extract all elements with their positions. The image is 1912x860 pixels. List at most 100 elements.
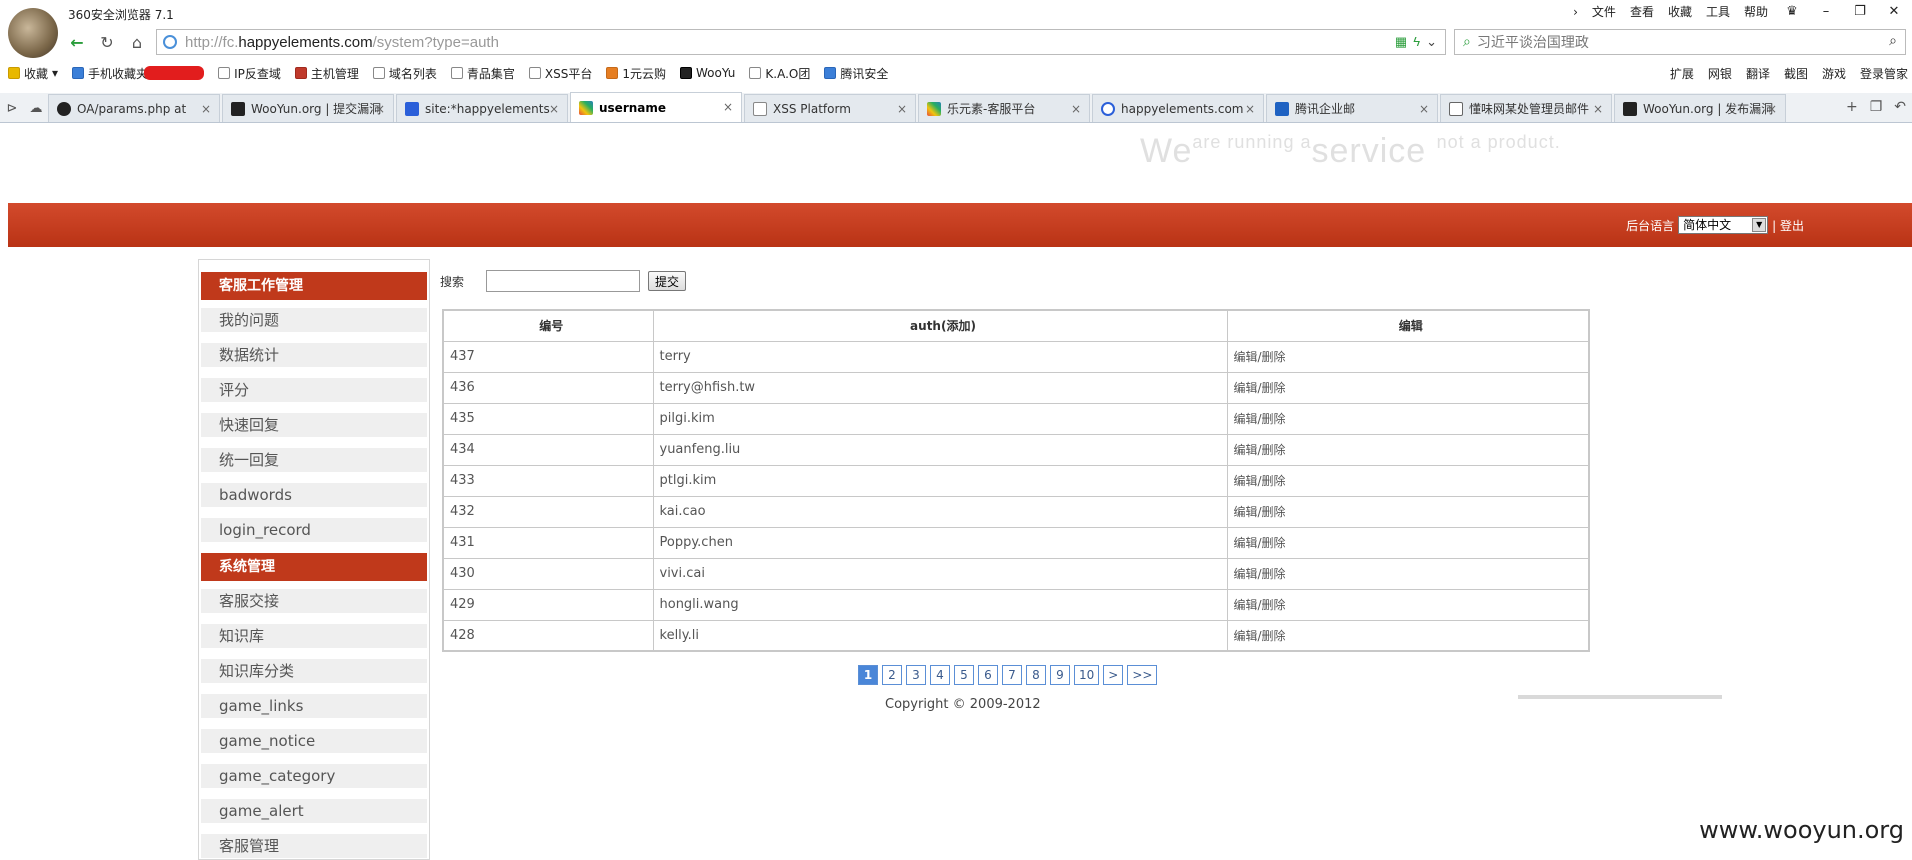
sidebar-item-agent-management[interactable]: 客服管理 bbox=[201, 834, 427, 858]
search-engine-input[interactable]: ⌕ 习近平谈治国理政 ⌕ bbox=[1454, 29, 1906, 55]
close-tab-icon[interactable]: × bbox=[1419, 102, 1429, 116]
next-page-button[interactable]: > bbox=[1103, 665, 1124, 685]
cloud-icon[interactable]: ☁ bbox=[24, 94, 48, 122]
url-input[interactable]: http://fc. happyelements.com/system?type=… bbox=[156, 29, 1446, 55]
column-id[interactable]: 编号 bbox=[442, 309, 654, 342]
bookmark-xss[interactable]: XSS平台 bbox=[528, 65, 592, 82]
edit-delete-link[interactable]: 编辑/删除 bbox=[1226, 464, 1590, 497]
tab-username[interactable]: username × bbox=[570, 92, 742, 122]
sidebar-item-handover[interactable]: 客服交接 bbox=[201, 589, 427, 613]
sidebar-item-game-category[interactable]: game_category bbox=[201, 764, 427, 788]
lightning-icon[interactable]: ϟ bbox=[1413, 34, 1420, 50]
page-7[interactable]: 7 bbox=[1002, 665, 1022, 685]
page-10[interactable]: 10 bbox=[1074, 665, 1100, 685]
ebank-button[interactable]: 网银 bbox=[1708, 65, 1732, 82]
sidebar-item-login-record[interactable]: login_record bbox=[201, 518, 427, 542]
edit-delete-link[interactable]: 编辑/删除 bbox=[1226, 619, 1590, 652]
edit-delete-link[interactable]: 编辑/删除 bbox=[1226, 340, 1590, 373]
bookmark-qingpin[interactable]: 青品集官 bbox=[450, 65, 515, 82]
close-tab-icon[interactable]: × bbox=[375, 102, 385, 116]
close-tab-icon[interactable]: × bbox=[549, 102, 559, 116]
page-6[interactable]: 6 bbox=[978, 665, 998, 685]
bookmark-wooyun[interactable]: WooYu bbox=[680, 66, 735, 80]
tab-wooyun-submit[interactable]: WooYun.org | 提交漏洞 × bbox=[222, 94, 394, 122]
language-select[interactable]: 简体中文 ▼ bbox=[1678, 216, 1769, 234]
tab-github[interactable]: OA/params.php at × bbox=[48, 94, 220, 122]
close-tab-icon[interactable]: × bbox=[1767, 102, 1777, 116]
chevron-down-icon[interactable]: ⌄ bbox=[1426, 34, 1437, 50]
close-tab-icon[interactable]: × bbox=[1593, 102, 1603, 116]
page-4[interactable]: 4 bbox=[930, 665, 950, 685]
menu-view[interactable]: 查看 bbox=[1630, 3, 1654, 20]
edit-delete-link[interactable]: 编辑/删除 bbox=[1226, 588, 1590, 621]
bookmark-kao[interactable]: K.A.O团 bbox=[749, 65, 810, 82]
bookmark-tencent-security[interactable]: 腾讯安全 bbox=[824, 65, 888, 82]
sidebar-item-badwords[interactable]: badwords bbox=[201, 483, 427, 507]
bookmark-mobile[interactable]: 手机收藏夹 bbox=[72, 65, 205, 82]
sidebar-item-my-issues[interactable]: 我的问题 bbox=[201, 308, 427, 332]
bookmark-host[interactable]: 主机管理 bbox=[294, 65, 359, 82]
edit-delete-link[interactable]: 编辑/删除 bbox=[1226, 495, 1590, 528]
extensions-button[interactable]: 扩展 bbox=[1670, 65, 1694, 82]
qrcode-icon[interactable]: ▦ bbox=[1395, 34, 1407, 50]
edit-delete-link[interactable]: 编辑/删除 bbox=[1226, 402, 1590, 435]
tab-xss-platform[interactable]: XSS Platform × bbox=[744, 94, 916, 122]
menu-favorites[interactable]: 收藏 bbox=[1668, 3, 1692, 20]
user-avatar[interactable] bbox=[8, 8, 58, 58]
logout-link[interactable]: | 登出 bbox=[1772, 217, 1804, 234]
page-5[interactable]: 5 bbox=[954, 665, 974, 685]
sidebar-item-game-alert[interactable]: game_alert bbox=[201, 799, 427, 823]
undo-close-icon[interactable]: ↶ bbox=[1894, 99, 1906, 115]
tab-baidu-search[interactable]: site:*happyelements × bbox=[396, 94, 568, 122]
sidebar-item-game-notice[interactable]: game_notice bbox=[201, 729, 427, 753]
submit-button[interactable]: 提交 bbox=[648, 271, 687, 291]
bookmark-favorites[interactable]: 收藏 ▾ bbox=[8, 65, 58, 82]
menu-help[interactable]: 帮助 bbox=[1744, 3, 1768, 20]
back-button[interactable]: ← bbox=[66, 31, 88, 53]
chevron-down-icon[interactable]: ▼ bbox=[1752, 218, 1767, 232]
last-page-button[interactable]: >> bbox=[1127, 665, 1158, 685]
refresh-button[interactable]: ↻ bbox=[96, 31, 118, 53]
search-go-icon[interactable]: ⌕ bbox=[1889, 33, 1897, 49]
sidebar-item-kb-category[interactable]: 知识库分类 bbox=[201, 659, 427, 683]
close-tab-icon[interactable]: × bbox=[1071, 102, 1081, 116]
skin-icon[interactable]: ♛ bbox=[1782, 4, 1802, 19]
games-button[interactable]: 游戏 bbox=[1822, 65, 1846, 82]
tab-list-icon[interactable]: ❐ bbox=[1870, 99, 1883, 115]
edit-delete-link[interactable]: 编辑/删除 bbox=[1226, 557, 1590, 590]
chevron-right-icon[interactable]: › bbox=[1573, 5, 1578, 19]
sidebar-item-rating[interactable]: 评分 bbox=[201, 378, 427, 402]
sidebar-item-quick-reply[interactable]: 快速回复 bbox=[201, 413, 427, 437]
minimize-button[interactable]: – bbox=[1816, 4, 1836, 19]
tab-tencent-mail[interactable]: 腾讯企业邮 × bbox=[1266, 94, 1438, 122]
page-2[interactable]: 2 bbox=[882, 665, 902, 685]
translate-button[interactable]: 翻译 bbox=[1746, 65, 1770, 82]
edit-delete-link[interactable]: 编辑/删除 bbox=[1226, 526, 1590, 559]
tab-wooyun-publish[interactable]: WooYun.org | 发布漏洞 × bbox=[1614, 94, 1786, 122]
close-tab-icon[interactable]: × bbox=[1245, 102, 1255, 116]
edit-delete-link[interactable]: 编辑/删除 bbox=[1226, 433, 1590, 466]
tab-dongwei[interactable]: 懂味网某处管理员邮件 × bbox=[1440, 94, 1612, 122]
screenshot-button[interactable]: 截图 bbox=[1784, 65, 1808, 82]
page-9[interactable]: 9 bbox=[1050, 665, 1070, 685]
bookmark-yunggou[interactable]: 1元云购 bbox=[606, 65, 666, 82]
bookmark-domains[interactable]: 域名列表 bbox=[372, 65, 437, 82]
column-auth[interactable]: auth(添加) bbox=[652, 309, 1228, 342]
sidebar-toggle-icon[interactable]: ⊳ bbox=[0, 94, 24, 122]
sidebar-item-unified-reply[interactable]: 统一回复 bbox=[201, 448, 427, 472]
menu-file[interactable]: 文件 bbox=[1592, 3, 1616, 20]
new-tab-icon[interactable]: + bbox=[1846, 99, 1858, 115]
page-3[interactable]: 3 bbox=[906, 665, 926, 685]
close-tab-icon[interactable]: × bbox=[897, 102, 907, 116]
tab-happyelements-com[interactable]: happyelements.com × bbox=[1092, 94, 1264, 122]
close-window-button[interactable]: ✕ bbox=[1884, 4, 1904, 19]
home-button[interactable]: ⌂ bbox=[126, 31, 148, 53]
page-1[interactable]: 1 bbox=[858, 665, 878, 685]
maximize-button[interactable]: ❐ bbox=[1850, 4, 1870, 19]
search-input[interactable] bbox=[486, 270, 641, 292]
page-8[interactable]: 8 bbox=[1026, 665, 1046, 685]
edit-delete-link[interactable]: 编辑/删除 bbox=[1226, 371, 1590, 404]
bookmark-ip-lookup[interactable]: IP反查域 bbox=[218, 65, 281, 82]
sidebar-item-statistics[interactable]: 数据统计 bbox=[201, 343, 427, 367]
close-tab-icon[interactable]: × bbox=[201, 102, 211, 116]
